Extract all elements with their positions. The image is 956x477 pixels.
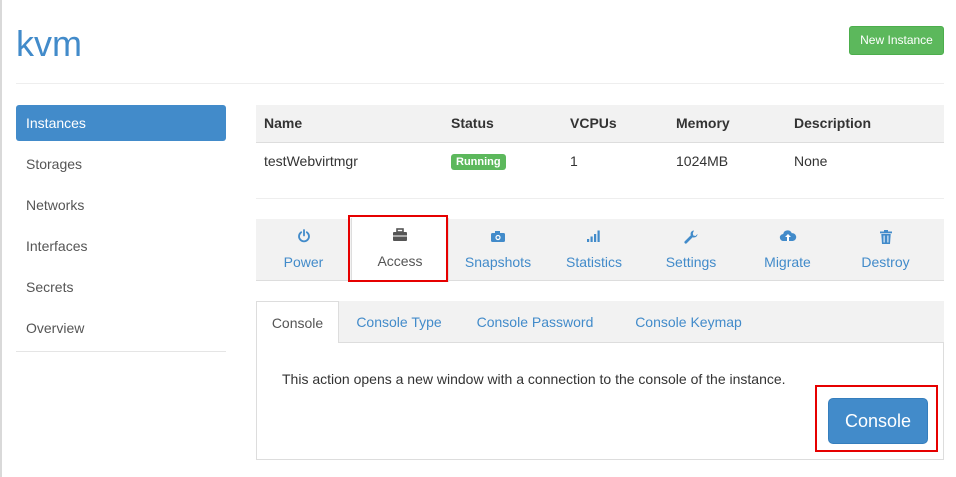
sidebar-item-storages[interactable]: Storages (16, 146, 226, 182)
instance-vcpus: 1 (570, 152, 578, 169)
left-edge-rule (0, 0, 2, 477)
column-header-description: Description (786, 105, 944, 143)
tab-statistics[interactable]: Statistics (547, 219, 641, 281)
wrench-icon (641, 229, 741, 251)
tab-statistics-label: Statistics (565, 254, 622, 270)
subtab-console-keymap[interactable]: Console Keymap (616, 301, 761, 343)
access-tab-highlight (348, 215, 448, 282)
page-title: kvm (16, 23, 82, 64)
subtab-console-password[interactable]: Console Password (461, 301, 609, 343)
console-button-highlight (815, 385, 938, 452)
tab-migrate[interactable]: Migrate (741, 219, 834, 281)
new-instance-button[interactable]: New Instance (849, 26, 944, 55)
sidebar-item-networks[interactable]: Networks (16, 187, 226, 223)
table-row[interactable]: testWebvirtmgr Running 1 1024MB None (256, 142, 944, 179)
tab-snapshots-label: Snapshots (464, 254, 532, 270)
instance-description: None (794, 152, 828, 169)
sidebar-divider (16, 351, 226, 352)
sidebar-item-interfaces[interactable]: Interfaces (16, 228, 226, 264)
power-icon (256, 229, 351, 251)
tab-migrate-label: Migrate (764, 254, 811, 270)
access-subtabs: Console Console Type Console Password Co… (256, 301, 944, 344)
instances-table: Name Status VCPUs Memory Description tes… (256, 105, 944, 179)
column-header-vcpus: VCPUs (562, 105, 668, 143)
header-divider (16, 83, 944, 84)
tab-settings[interactable]: Settings (641, 219, 741, 281)
console-description: This action opens a new window with a co… (282, 371, 786, 387)
tab-power-label: Power (283, 254, 324, 270)
table-header-row: Name Status VCPUs Memory Description (256, 105, 944, 143)
tab-snapshots[interactable]: Snapshots (449, 219, 547, 281)
status-badge: Running (451, 153, 506, 170)
tab-destroy-label: Destroy (861, 254, 910, 270)
trash-icon (834, 229, 937, 251)
tab-destroy[interactable]: Destroy (834, 219, 937, 281)
sidebar-item-overview[interactable]: Overview (16, 310, 226, 346)
tab-power[interactable]: Power (256, 219, 351, 281)
column-header-status: Status (443, 105, 562, 143)
sidebar: Instances Storages Networks Interfaces S… (16, 105, 226, 351)
camera-icon (449, 229, 547, 251)
signal-bars-icon (547, 229, 641, 251)
sidebar-item-secrets[interactable]: Secrets (16, 269, 226, 305)
instance-status-cell: Running (443, 142, 562, 179)
instance-memory: 1024MB (676, 152, 729, 169)
table-divider (256, 198, 944, 199)
sidebar-item-instances[interactable]: Instances (16, 105, 226, 141)
subtab-console-type[interactable]: Console Type (344, 301, 454, 343)
column-header-name: Name (256, 105, 443, 143)
cloud-upload-icon (741, 229, 834, 251)
column-header-memory: Memory (668, 105, 786, 143)
instance-name[interactable]: testWebvirtmgr (256, 142, 443, 179)
tab-settings-label: Settings (665, 254, 717, 270)
subtab-console[interactable]: Console (256, 301, 339, 344)
